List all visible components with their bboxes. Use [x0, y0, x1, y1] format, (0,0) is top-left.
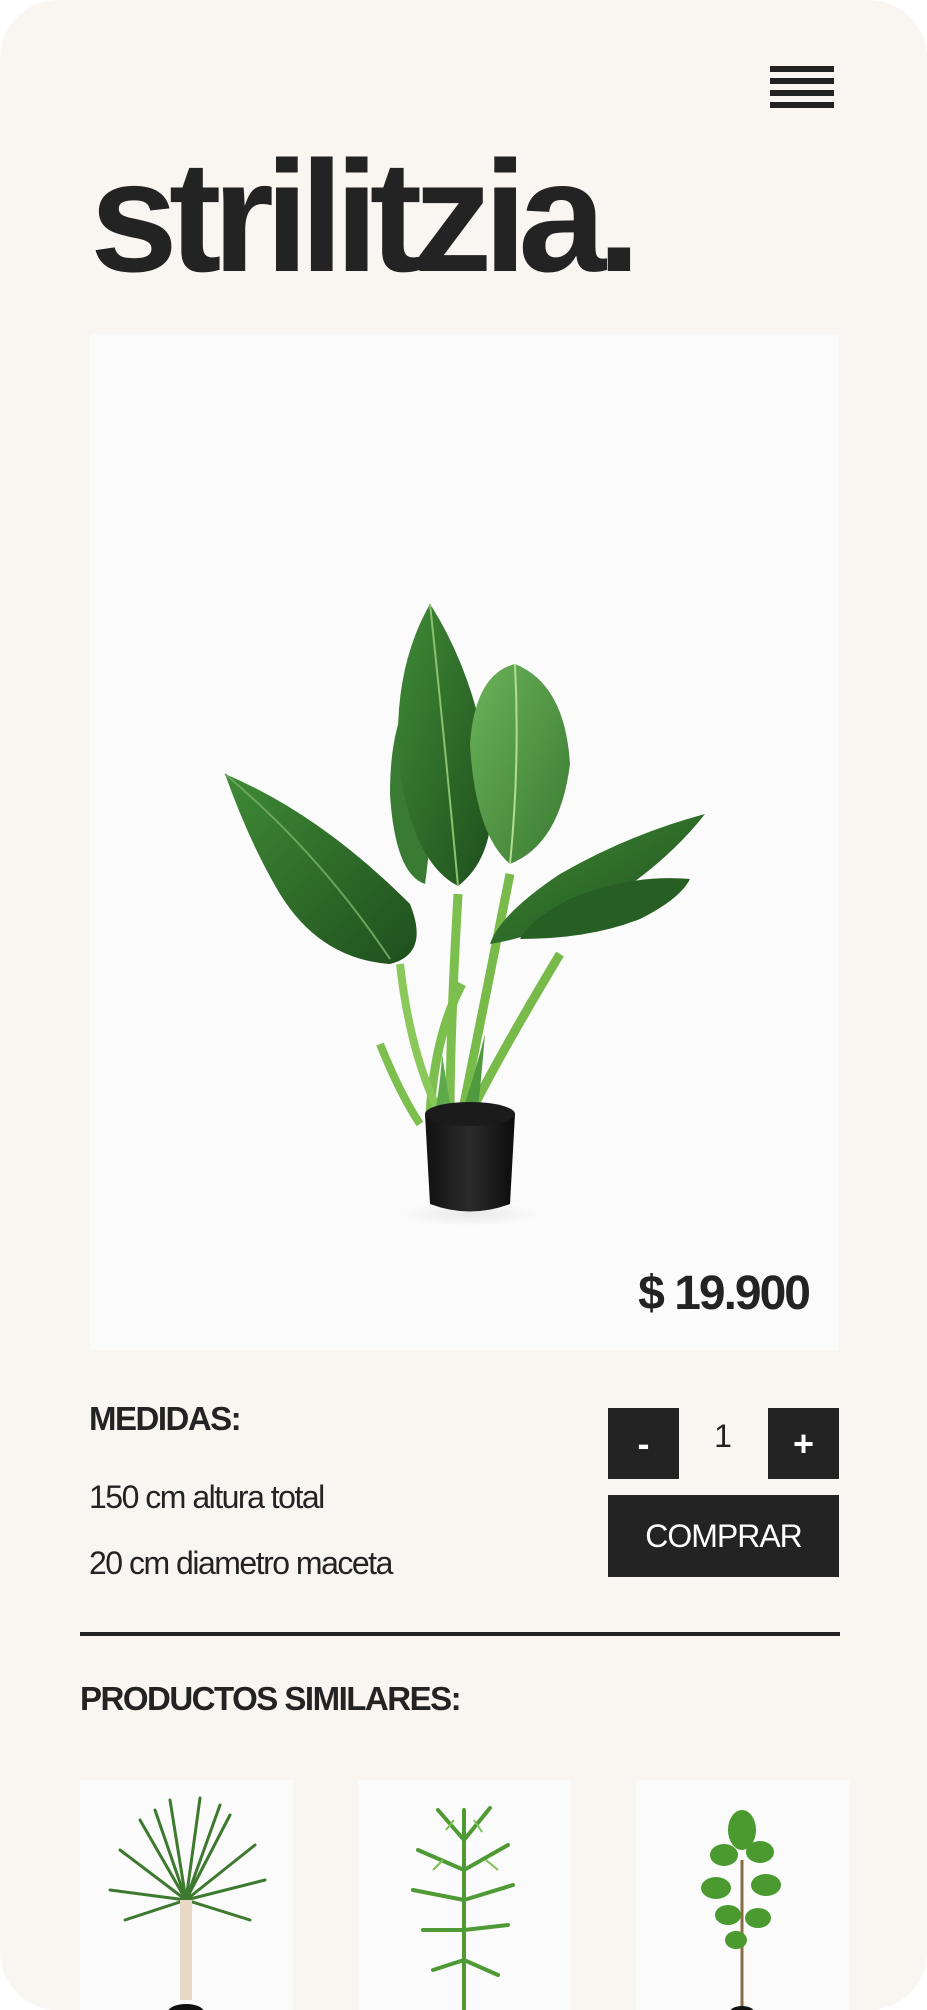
measurement-diameter: 20 cm diametro maceta — [89, 1545, 393, 1581]
decrease-quantity-button[interactable]: - — [608, 1408, 679, 1479]
quantity-value: 1 — [714, 1418, 732, 1454]
section-divider — [80, 1632, 840, 1636]
plant-photo — [701, 1810, 781, 2010]
similar-product-card[interactable] — [80, 1780, 293, 2010]
similar-product-card[interactable] — [358, 1780, 571, 2010]
app-screen: strilitzia. $ 19.900 MEDIDAS: 150 cm alt… — [0, 0, 927, 2010]
increase-quantity-button[interactable]: + — [768, 1408, 839, 1479]
plant-photo — [108, 1796, 267, 2010]
plant-photo — [224, 603, 705, 1226]
menu-bar — [770, 78, 834, 84]
product-price: $ 19.900 — [638, 1267, 811, 1320]
hamburger-menu-icon[interactable] — [770, 66, 834, 108]
plant-photo — [411, 1806, 515, 2010]
measurement-height: 150 cm altura total — [89, 1479, 325, 1515]
menu-bar — [770, 66, 834, 72]
product-image: $ 19.900 — [90, 334, 839, 1350]
buy-button[interactable]: COMPRAR — [608, 1495, 839, 1577]
product-title: strilitzia. — [90, 129, 641, 305]
similar-product-card[interactable] — [636, 1780, 849, 2010]
similar-products-heading: PRODUCTOS SIMILARES: — [80, 1680, 462, 1717]
menu-bar — [770, 102, 834, 108]
measurements-heading: MEDIDAS: — [89, 1400, 242, 1437]
menu-bar — [770, 90, 834, 96]
